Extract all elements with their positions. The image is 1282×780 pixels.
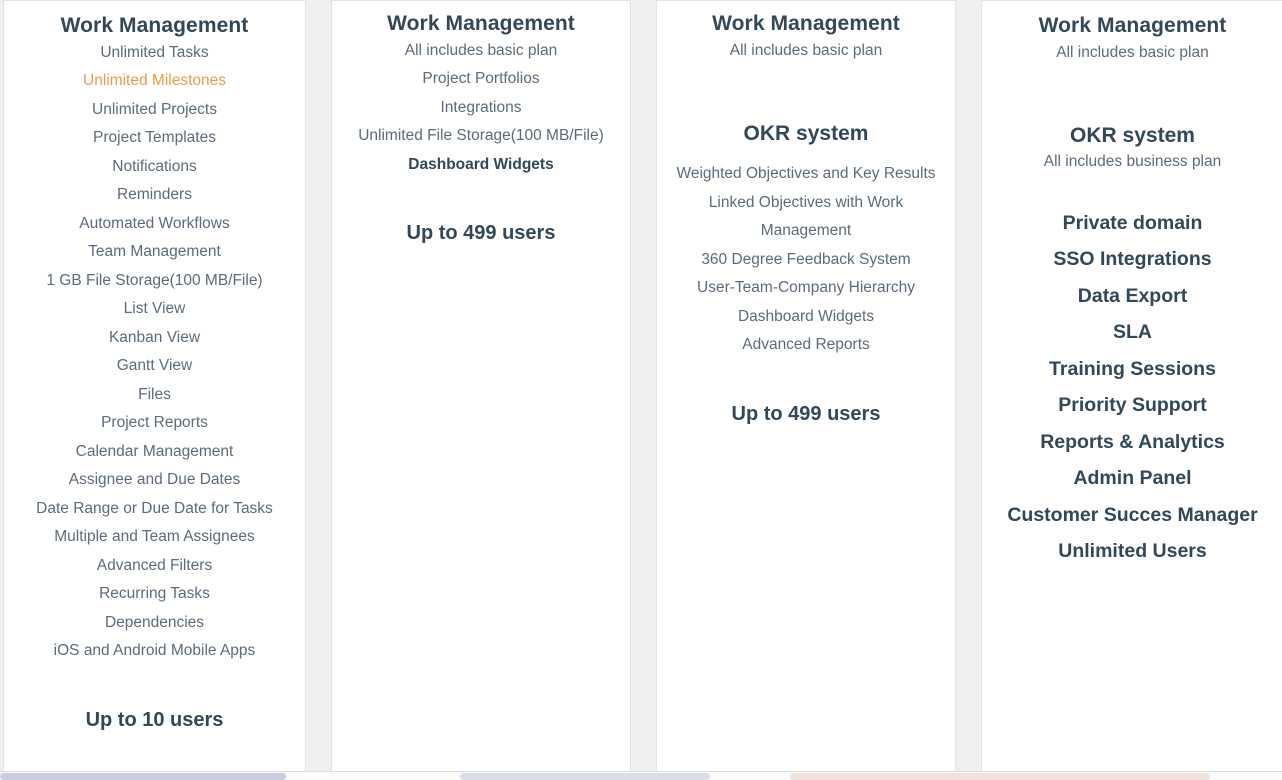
feature-item: Reminders	[117, 186, 192, 204]
plan-card-basic[interactable]: Work Management Unlimited Tasks Unlimite…	[3, 0, 306, 774]
feature-item-highlighted[interactable]: Unlimited Milestones	[22, 67, 287, 96]
plan-user-limit: Up to 499 users	[731, 402, 881, 425]
feature-item: List View	[123, 300, 186, 318]
feature-item: Linked Objectives with Work Management	[708, 193, 904, 240]
feature-item: SSO Integrations	[1053, 248, 1212, 271]
feature-item: Unlimited File Storage(100 MB/File)	[358, 127, 604, 145]
feature-list-enterprise: Private domain SSO Integrations Data Exp…	[1000, 205, 1265, 570]
feature-item: Dependencies	[104, 613, 205, 631]
feature-item: 1 GB File Storage(100 MB/File)	[46, 271, 263, 289]
feature-item: Project Portfolios	[422, 70, 540, 88]
feature-item: Gantt View	[116, 357, 193, 375]
feature-item: Priority Support	[1058, 394, 1207, 417]
feature-item: Advanced Reports	[742, 336, 870, 354]
feature-item: Customer Succes Manager	[1007, 503, 1258, 526]
feature-item: 360 Degree Feedback System	[701, 250, 911, 268]
plan-user-limit: Up to 499 users	[406, 222, 556, 245]
plan-card-enterprise[interactable]: Work Management All includes basic plan …	[981, 0, 1282, 774]
feature-item: Advanced Filters	[96, 556, 213, 574]
plan-heading-okr-system: OKR system	[1070, 124, 1195, 148]
feature-item: Data Export	[1077, 284, 1188, 307]
feature-item: All includes basic plan	[1056, 43, 1209, 61]
feature-item: Notifications	[112, 157, 197, 175]
feature-item: Private domain	[1062, 211, 1203, 234]
feature-item: All includes basic plan	[404, 41, 558, 59]
feature-item: iOS and Android Mobile Apps	[53, 642, 256, 660]
plan-subtitle-includes-business: All includes business plan	[1043, 153, 1222, 171]
feature-item: All includes basic plan	[729, 41, 883, 59]
feature-item: Files	[138, 385, 171, 403]
feature-list-basic: Unlimited Tasks Unlimited Milestones Unl…	[22, 39, 287, 666]
feature-list-enterprise-base: All includes basic plan	[1000, 39, 1265, 68]
plan-heading-work-management: Work Management	[60, 14, 249, 37]
feature-item: Project Reports	[101, 414, 208, 432]
feature-item-emphasised: Dashboard Widgets	[408, 155, 554, 173]
feature-item: Date Range or Due Date for Tasks	[36, 499, 273, 517]
feature-item: Project Templates	[93, 129, 216, 147]
feature-item: Recurring Tasks	[99, 585, 210, 603]
plan-user-limit: Up to 10 users	[85, 708, 224, 731]
feature-item: Training Sessions	[1049, 357, 1216, 380]
feature-item: Integrations	[440, 98, 522, 116]
scrollbar-track-segment-secondary[interactable]	[790, 773, 1210, 780]
feature-item: Team Management	[88, 243, 221, 261]
scrollbar-track-segment[interactable]	[460, 773, 710, 780]
feature-item: Automated Workflows	[79, 214, 230, 232]
plan-heading-okr-system: OKR system	[743, 122, 869, 146]
feature-item: Multiple and Team Assignees	[54, 528, 255, 546]
feature-item: User-Team-Company Hierarchy	[697, 279, 915, 297]
scrollbar-thumb[interactable]	[0, 773, 286, 780]
feature-item: Calendar Management	[75, 442, 234, 460]
plan-heading-work-management: Work Management	[1038, 14, 1227, 37]
feature-item: Unlimited Users	[1058, 540, 1207, 563]
feature-item: Unlimited Tasks	[100, 43, 209, 61]
plan-heading-work-management: Work Management	[712, 12, 900, 35]
plan-card-business[interactable]: Work Management All includes basic plan …	[331, 0, 631, 774]
feature-item: Weighted Objectives and Key Results	[676, 165, 936, 183]
feature-item: Unlimited Projects	[92, 100, 217, 118]
feature-item: Assignee and Due Dates	[68, 471, 241, 489]
feature-list-okr-base: All includes basic plan	[675, 37, 937, 66]
feature-item: Dashboard Widgets	[737, 307, 875, 325]
feature-list-okr: Weighted Objectives and Key Results Link…	[675, 160, 937, 360]
feature-item: Reports & Analytics	[1040, 430, 1225, 453]
horizontal-scrollbar[interactable]	[0, 771, 1282, 780]
feature-item: Admin Panel	[1073, 467, 1192, 490]
pricing-plans-strip: Work Management Unlimited Tasks Unlimite…	[0, 0, 1282, 780]
plan-card-okr[interactable]: Work Management All includes basic plan …	[656, 0, 956, 774]
feature-item: Kanban View	[108, 328, 201, 346]
plan-heading-work-management: Work Management	[387, 12, 575, 35]
feature-list-business: All includes basic plan Project Portfoli…	[350, 37, 612, 180]
feature-item: SLA	[1113, 321, 1152, 344]
